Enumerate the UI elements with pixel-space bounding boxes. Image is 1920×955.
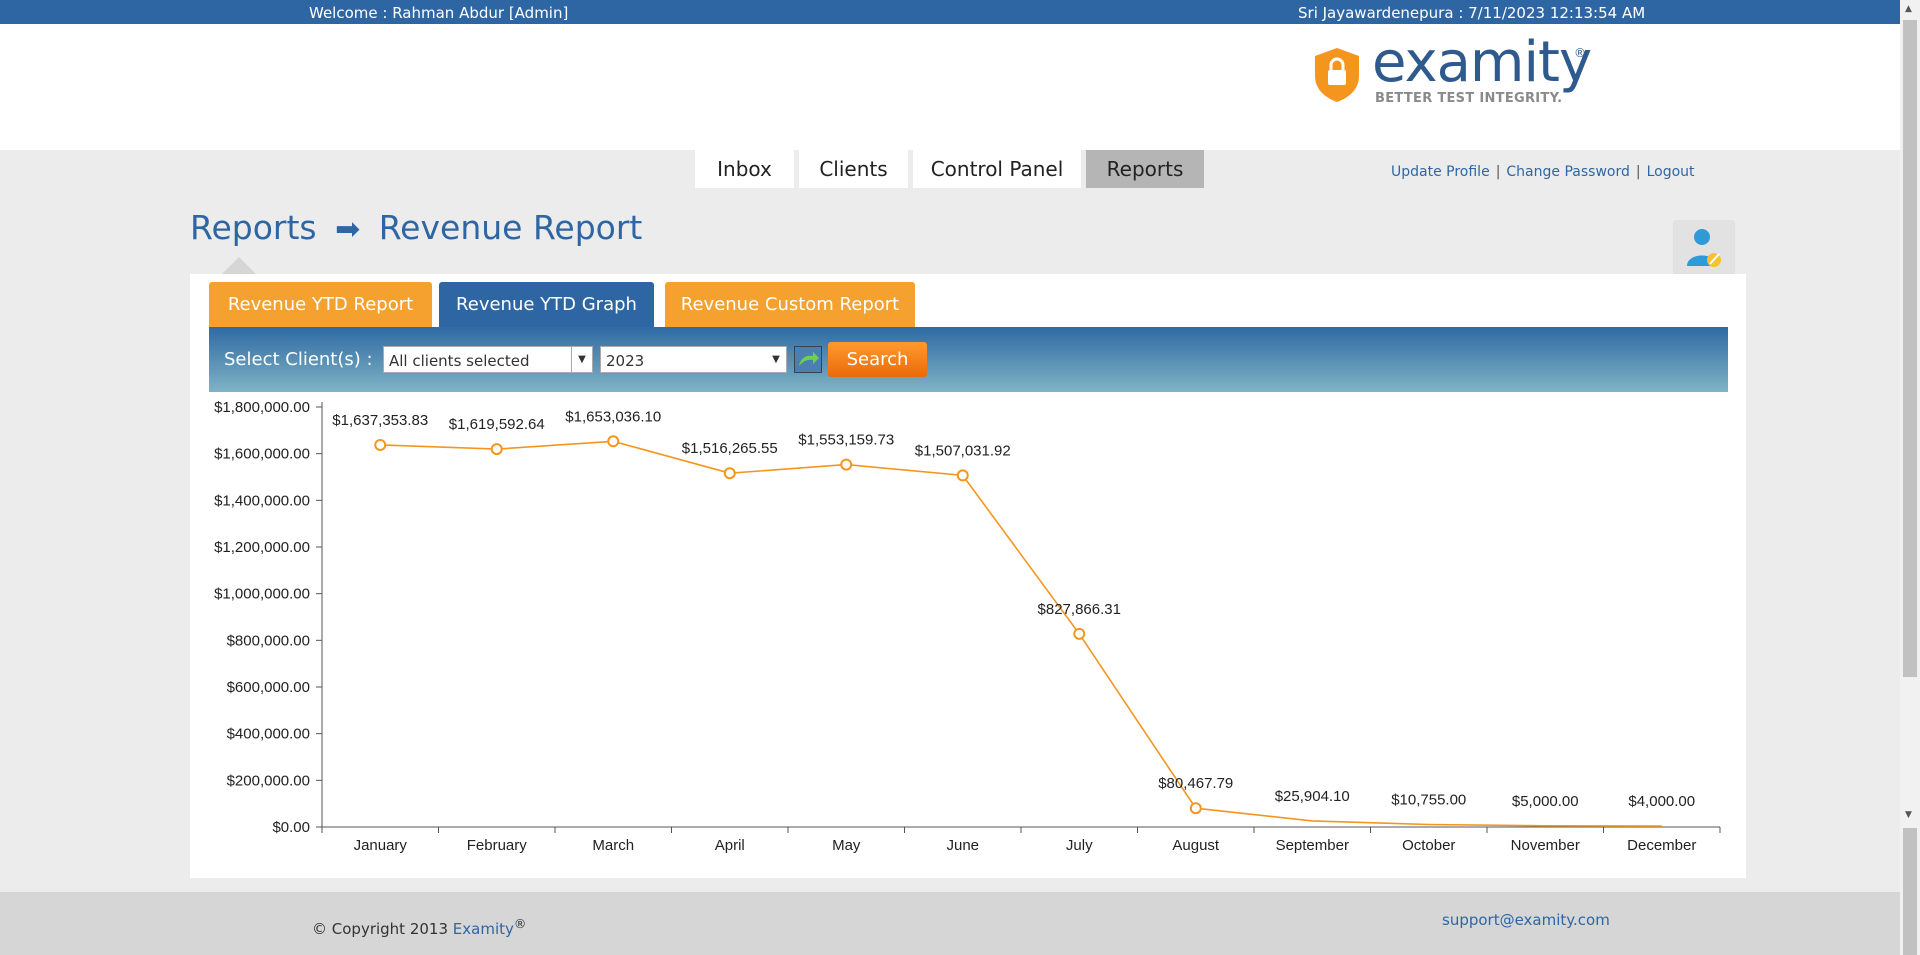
- account-links: Update Profile | Change Password | Logout: [1391, 164, 1695, 180]
- nav-tab-control-panel[interactable]: Control Panel: [913, 150, 1081, 188]
- data-label: $1,516,265.55: [682, 440, 778, 457]
- x-tick-label: September: [1276, 837, 1349, 854]
- scroll-down-icon[interactable]: ▼: [1905, 810, 1912, 820]
- shield-lock-icon: [1315, 48, 1359, 102]
- copyright-text: © Copyright 2013 Examity®: [312, 916, 526, 938]
- footer: © Copyright 2013 Examity® support@examit…: [0, 892, 1900, 955]
- x-tick-label: June: [946, 837, 979, 854]
- arrow-right-icon: ➡: [335, 212, 361, 247]
- select-clients-label: Select Client(s) :: [224, 349, 373, 370]
- breadcrumb: Reports ➡ Revenue Report: [190, 208, 642, 247]
- data-label: $1,619,592.64: [449, 416, 545, 433]
- data-label: $4,000.00: [1628, 793, 1695, 810]
- y-tick-label: $600,000.00: [227, 679, 310, 696]
- breadcrumb-current: Revenue Report: [378, 208, 643, 247]
- year-select-value: 2023: [606, 352, 645, 370]
- x-tick-label: March: [592, 837, 634, 854]
- filter-bar: Select Client(s) : All clients selected …: [209, 327, 1728, 392]
- data-point: [607, 435, 620, 448]
- refresh-button[interactable]: [794, 346, 822, 373]
- x-tick-label: July: [1066, 837, 1093, 854]
- revenue-line-chart: $0.00 $200,000.00 $400,000.00 $600,000.00 $8…: [214, 399, 1721, 854]
- logout-link[interactable]: Logout: [1647, 164, 1695, 180]
- update-profile-link[interactable]: Update Profile: [1391, 164, 1490, 180]
- copyright-prefix: © Copyright 2013: [312, 920, 453, 938]
- tab-revenue-custom-report[interactable]: Revenue Custom Report: [665, 282, 915, 327]
- x-tick-label: December: [1627, 837, 1696, 854]
- x-tick-label: February: [467, 837, 528, 854]
- nav-tab-reports[interactable]: Reports: [1086, 150, 1204, 188]
- header: [0, 24, 1900, 150]
- y-tick-label: $1,400,000.00: [214, 492, 310, 509]
- clients-select-value: All clients selected: [389, 352, 530, 370]
- data-point: [374, 438, 387, 451]
- y-tick-label: $400,000.00: [227, 726, 310, 743]
- welcome-text: Welcome : Rahman Abdur [Admin]: [309, 4, 569, 22]
- chevron-down-icon: ▼: [571, 347, 592, 372]
- y-tick-label: $0.00: [272, 819, 310, 836]
- footer-reg: ®: [513, 916, 527, 931]
- data-point: [840, 458, 853, 471]
- scrollbar-lower-track: [1903, 828, 1917, 955]
- top-bar: Welcome : Rahman Abdur [Admin] Sri Jayaw…: [0, 0, 1900, 24]
- scroll-up-icon[interactable]: ▲: [1905, 4, 1912, 14]
- data-label: $1,653,036.10: [565, 408, 661, 425]
- scrollbar-thumb[interactable]: [1903, 20, 1917, 677]
- data-point: [723, 467, 736, 480]
- chevron-down-icon: ▼: [772, 354, 780, 365]
- y-tick-label: $1,200,000.00: [214, 539, 310, 556]
- data-point: [956, 469, 969, 482]
- logo-tagline: BETTER TEST INTEGRITY.: [1375, 91, 1563, 106]
- vertical-scrollbar[interactable]: ▲ ▼: [1900, 0, 1920, 955]
- y-tick-label: $1,800,000.00: [214, 399, 310, 416]
- nav-tab-inbox[interactable]: Inbox: [695, 150, 794, 188]
- y-tick-label: $200,000.00: [227, 772, 310, 789]
- x-tick-label: November: [1511, 837, 1580, 854]
- user-edit-icon: [1687, 229, 1721, 267]
- nav-tab-clients[interactable]: Clients: [799, 150, 908, 188]
- x-tick-label: August: [1172, 837, 1220, 854]
- footer-brand-link[interactable]: Examity: [453, 920, 514, 938]
- data-point: [490, 443, 503, 456]
- examity-logo[interactable]: examity ® BETTER TEST INTEGRITY.: [1310, 30, 1592, 110]
- data-label: $25,904.10: [1275, 788, 1350, 805]
- year-select[interactable]: 2023 ▼: [600, 346, 787, 373]
- clients-select[interactable]: All clients selected ▼: [383, 346, 593, 373]
- x-tick-label: May: [832, 837, 861, 854]
- support-email-link[interactable]: support@examity.com: [1442, 911, 1610, 929]
- y-tick-label: $800,000.00: [227, 632, 310, 649]
- breadcrumb-caret: [222, 257, 256, 274]
- tab-revenue-ytd-graph[interactable]: Revenue YTD Graph: [439, 282, 654, 327]
- x-tick-label: January: [354, 837, 408, 854]
- tab-revenue-ytd-report[interactable]: Revenue YTD Report: [209, 282, 432, 327]
- timezone-clock: Sri Jayawardenepura : 7/11/2023 12:13:54…: [1298, 4, 1646, 22]
- revenue-series-line: [380, 440, 1662, 827]
- x-tick-label: April: [715, 837, 745, 854]
- data-label: $10,755.00: [1391, 791, 1466, 808]
- data-label: $5,000.00: [1512, 793, 1579, 810]
- data-point: [1189, 802, 1202, 815]
- search-button[interactable]: Search: [828, 342, 927, 377]
- logo-reg: ®: [1574, 46, 1586, 60]
- link-separator: |: [1635, 164, 1641, 180]
- y-tick-label: $1,000,000.00: [214, 586, 310, 603]
- change-password-link[interactable]: Change Password: [1506, 164, 1629, 180]
- data-label: $827,866.31: [1038, 601, 1121, 618]
- y-tick-label: $1,600,000.00: [214, 446, 310, 463]
- user-settings-button[interactable]: [1673, 220, 1735, 275]
- breadcrumb-parent[interactable]: Reports: [190, 208, 317, 247]
- refresh-arrow-icon: [795, 347, 821, 372]
- data-point: [1073, 627, 1086, 640]
- link-separator: |: [1495, 164, 1501, 180]
- data-label: $1,553,159.73: [798, 432, 894, 449]
- data-label: $80,467.79: [1158, 775, 1233, 792]
- data-label: $1,637,353.83: [332, 412, 428, 429]
- logo-word: examity: [1372, 30, 1592, 95]
- x-tick-label: October: [1402, 837, 1455, 854]
- data-label: $1,507,031.92: [915, 442, 1011, 459]
